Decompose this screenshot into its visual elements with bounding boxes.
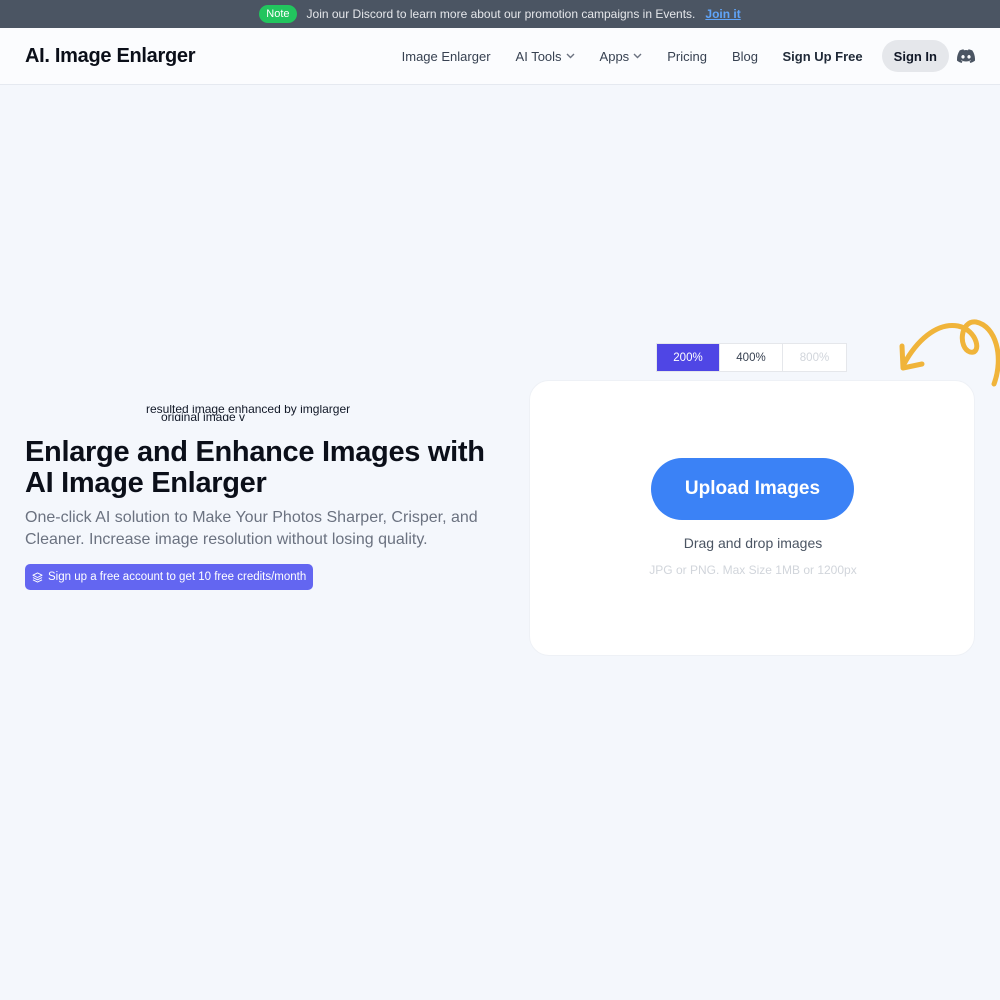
join-discord-link[interactable]: Join it [705,7,740,21]
scale-selector: 200% 400% 800% [656,343,847,372]
chevron-down-icon [566,53,575,59]
nav-ai-tools[interactable]: AI Tools [503,49,587,64]
hero-subtitle: One-click AI solution to Make Your Photo… [25,509,478,548]
layers-icon [32,571,43,583]
nav-label: Pricing [667,48,707,64]
upload-images-button[interactable]: Upload Images [651,458,854,520]
nav-blog[interactable]: Blog [719,49,770,64]
nav-label: Blog [731,48,758,64]
hero-section: resulted image enhanced by imglarger ori… [25,405,495,590]
credit-pill-label: Sign up a free account to get 10 free cr… [48,571,307,583]
chevron-down-icon [633,53,642,59]
note-badge: Note [259,5,297,23]
announcement-bar: Note Join our Discord to learn more abou… [0,0,1000,28]
sign-up-free-link[interactable]: Sign Up Free [770,49,881,64]
nav-label: Image Enlarger [401,48,491,64]
discord-icon[interactable] [957,49,975,63]
drag-drop-text: Drag and drop images [683,535,823,551]
curved-arrow-icon [899,319,1000,387]
nav-label: Apps [599,48,630,64]
sign-in-button[interactable]: Sign In [881,40,949,72]
scale-option-200[interactable]: 200% [657,344,720,371]
nav-pricing[interactable]: Pricing [655,49,720,64]
scale-option-800[interactable]: 800% [783,344,846,371]
comparison-image: resulted image enhanced by imglarger ori… [135,405,495,421]
hero-title: Enlarge and Enhance Images with AI Image… [25,436,485,499]
nav-image-enlarger[interactable]: Image Enlarger [389,49,503,64]
announcement-text: Join our Discord to learn more about our… [306,7,696,21]
scale-option-400[interactable]: 400% [720,344,783,371]
top-nav: AI. Image Enlarger Image Enlarger AI Too… [0,28,1000,85]
site-logo[interactable]: AI. Image Enlarger [25,45,196,68]
nav-label: AI Tools [515,48,562,64]
nav-apps[interactable]: Apps [587,49,655,64]
nav-links: Image Enlarger AI Tools Apps Pricing Blo… [389,40,975,72]
upload-dropzone[interactable]: Upload Images Drag and drop images JPG o… [529,380,975,656]
file-limits-text: JPG or PNG. Max Size 1MB or 1200px [649,563,857,577]
free-credits-button[interactable]: Sign up a free account to get 10 free cr… [25,564,314,590]
